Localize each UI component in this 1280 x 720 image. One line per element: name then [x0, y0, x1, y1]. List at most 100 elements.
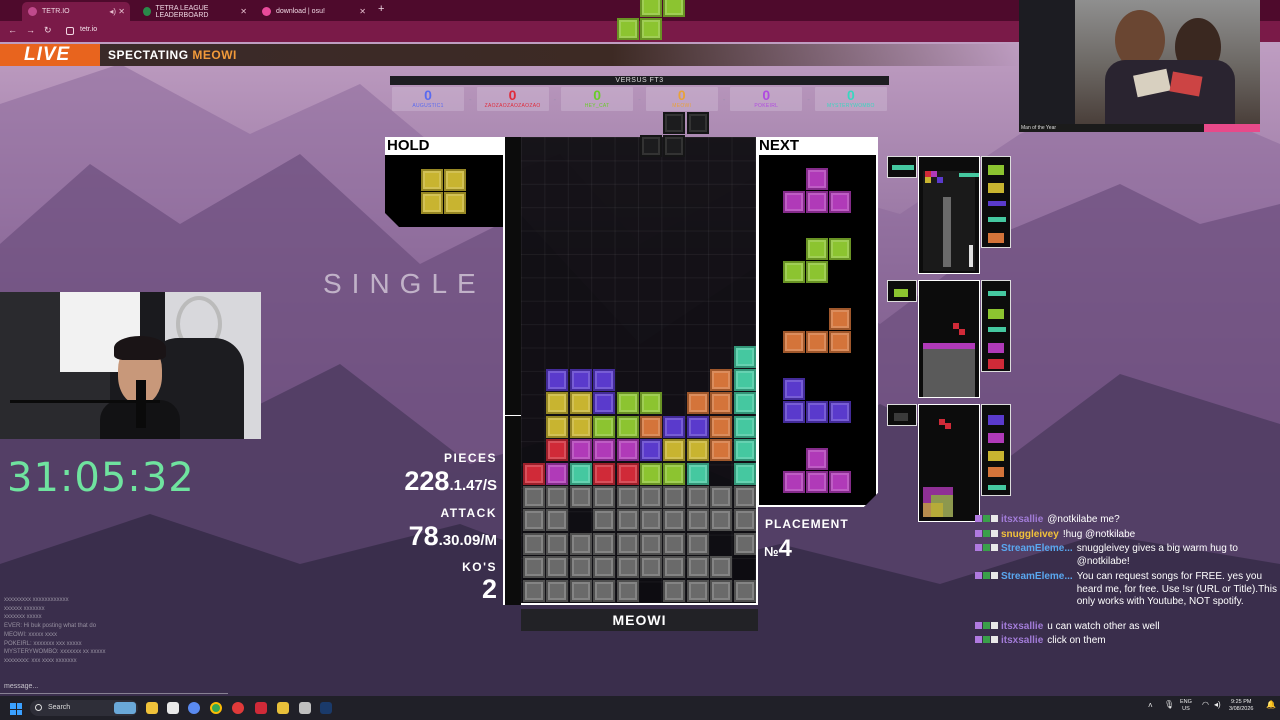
- notepad-icon[interactable]: [167, 702, 179, 714]
- board-cell: [616, 486, 639, 508]
- steam-icon[interactable]: [320, 702, 332, 714]
- tab-label: TETRA LEAGUE LEADERBOARD: [155, 4, 209, 19]
- chat-message: StreamEleme... You can request songs for …: [975, 571, 1280, 609]
- score-separator: -: [553, 94, 557, 104]
- board-cell: [523, 509, 545, 532]
- stream-timer: 31:05:32: [7, 455, 195, 501]
- chrome-icon[interactable]: [210, 702, 222, 714]
- board-cell: [663, 556, 686, 579]
- microphone-icon[interactable]: 🎙: [1164, 701, 1174, 709]
- volume-icon[interactable]: ◂): [1214, 701, 1221, 709]
- chat-badges: [975, 544, 998, 551]
- back-icon[interactable]: ←: [8, 25, 17, 35]
- pieces-label: PIECES: [443, 451, 497, 465]
- file-explorer-icon[interactable]: [146, 702, 158, 714]
- app-icon-gray[interactable]: [299, 702, 311, 714]
- board-cell: [593, 392, 616, 415]
- chat-badges: [975, 622, 998, 629]
- board-cell: [546, 509, 569, 532]
- chat-username[interactable]: StreamEleme...: [1001, 571, 1073, 582]
- tab-tetra-league[interactable]: TETRA LEAGUE LEADERBOARD ✕: [137, 2, 252, 21]
- tab-label: download | osu!: [276, 8, 325, 15]
- tab-osu[interactable]: download | osu! ✕: [256, 2, 371, 21]
- game-chat-line: MEOWI: xxxxx xxxx: [4, 631, 57, 638]
- windows-start-icon[interactable]: [10, 703, 22, 715]
- tray-chevron-icon[interactable]: ˄: [1148, 702, 1153, 710]
- badge-icon: [991, 572, 998, 579]
- board-cell: [569, 369, 592, 391]
- board-cell: [640, 392, 662, 415]
- url-field[interactable]: tetr.io: [80, 26, 97, 33]
- chat-username[interactable]: itsxsallie: [1001, 514, 1043, 525]
- weather-widget-icon[interactable]: [114, 702, 136, 714]
- board-cell: [686, 556, 709, 579]
- active-piece-cell: [616, 18, 639, 40]
- attack-value: 78.30.09/M: [409, 521, 497, 552]
- video-frame: [1075, 0, 1260, 124]
- board-cell: [710, 486, 733, 508]
- tab-tetrio[interactable]: TETR.IO ◂) ✕: [22, 2, 130, 21]
- clock[interactable]: 9:25 PM 3/08/2026: [1229, 699, 1253, 713]
- chat-badges: [975, 572, 998, 579]
- media-player-icon[interactable]: [232, 702, 244, 714]
- notification-icon[interactable]: 🔔: [1266, 701, 1276, 709]
- new-tab-icon[interactable]: +: [378, 3, 384, 15]
- tab-close-icon[interactable]: ✕: [359, 7, 366, 16]
- chat-username[interactable]: snuggleivey: [1001, 529, 1059, 540]
- attack-count: 78: [408, 521, 439, 551]
- board-cell: [710, 556, 733, 579]
- board-cell: [569, 486, 592, 508]
- board-cell: [523, 579, 545, 602]
- streamer-webcam: [0, 292, 261, 439]
- language-bottom: US: [1182, 706, 1190, 712]
- game-chat-input[interactable]: message...: [4, 683, 38, 690]
- board-cell: [593, 509, 616, 532]
- osu-favicon-icon: [262, 7, 271, 16]
- video-progress-bar: [1204, 124, 1260, 132]
- board-cell: [663, 509, 686, 532]
- language-indicator[interactable]: ENG US: [1180, 699, 1192, 713]
- board-cell: [733, 392, 756, 415]
- reload-icon[interactable]: ↻: [44, 25, 52, 36]
- board-cell: [710, 369, 733, 391]
- chat-username[interactable]: itsxsallie: [1001, 621, 1043, 632]
- app-icon-yellow[interactable]: [277, 702, 289, 714]
- board-cell: [616, 462, 639, 485]
- badge-icon: [991, 544, 998, 551]
- clock-date: 3/08/2026: [1229, 706, 1254, 712]
- chat-text: !hug @notkilabe: [1062, 529, 1136, 540]
- board-cell: [686, 532, 709, 555]
- speaker-icon[interactable]: ◂): [109, 7, 116, 16]
- next-piece-cell: [783, 261, 805, 283]
- board-cell: [569, 439, 592, 462]
- attack-per-minute: .30.09/M: [438, 532, 497, 549]
- forward-icon[interactable]: →: [26, 25, 35, 35]
- score-player-name: ZAOZAOZAOZAOZAO: [484, 103, 541, 109]
- board-cell: [616, 579, 639, 602]
- discord-icon[interactable]: [188, 702, 200, 714]
- badge-icon: [991, 636, 998, 643]
- site-info-icon[interactable]: [66, 27, 74, 35]
- chat-username[interactable]: StreamEleme...: [1001, 543, 1073, 554]
- chat-text: You can request songs for FREE. yes you …: [1076, 571, 1277, 607]
- ghost-piece-cell: [663, 111, 686, 134]
- wifi-icon[interactable]: ◠: [1202, 701, 1209, 709]
- chat-username[interactable]: itsxsallie: [1001, 635, 1043, 646]
- ghost-piece-cell: [663, 135, 686, 157]
- hold-piece-cell: [444, 169, 466, 191]
- board-cell: [710, 579, 733, 602]
- opponent-hold: [887, 156, 917, 178]
- next-label: NEXT: [757, 137, 878, 155]
- placement-value: №4: [764, 535, 792, 563]
- board-cell: [569, 392, 592, 415]
- chat-input-underline: [0, 693, 228, 694]
- board-cell: [710, 415, 733, 438]
- tab-close-icon[interactable]: ✕: [240, 7, 247, 16]
- app-icon-red[interactable]: [255, 702, 267, 714]
- badge-icon: [991, 530, 998, 537]
- tab-close-icon[interactable]: ✕: [118, 7, 125, 16]
- ghost-piece-cell: [686, 111, 709, 134]
- board-cell: [733, 415, 756, 438]
- board-cell: [593, 532, 616, 555]
- game-chat: xxxxxxxxx xxxxxxxxxxxx xxxxxx xxxxxxx xx…: [4, 596, 204, 666]
